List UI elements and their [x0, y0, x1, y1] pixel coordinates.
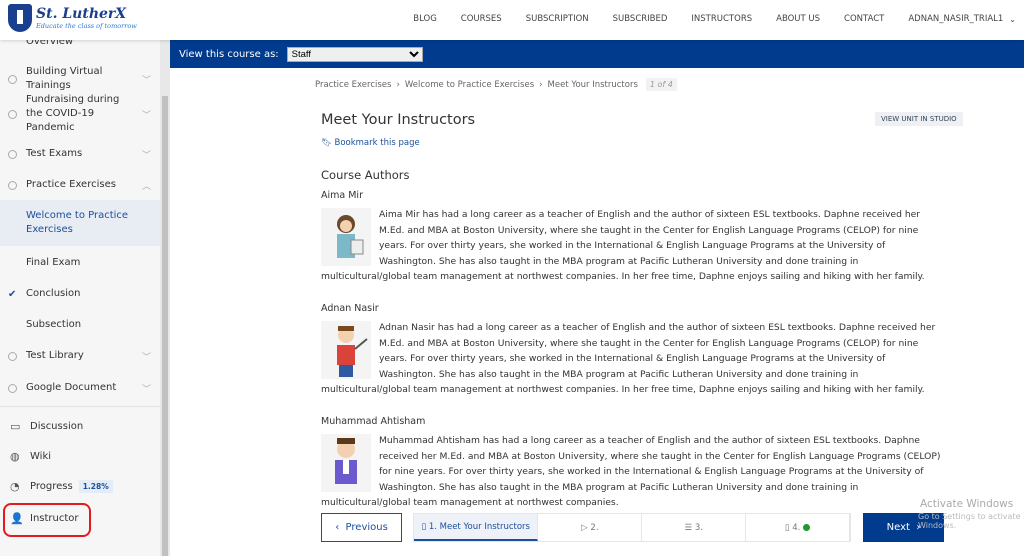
chat-bubble-icon: ▭ [10, 420, 21, 433]
sidebar-item-test-exams[interactable]: Test Exams ﹀ [0, 144, 160, 164]
author-name: Adnan Nasir [321, 303, 379, 314]
nav-instructors[interactable]: INSTRUCTORS [691, 14, 752, 24]
header: St. LutherX Educate the class of tomorrow… [0, 0, 1024, 40]
breadcrumb-item[interactable]: Welcome to Practice Exercises [405, 80, 534, 90]
shield-logo-icon [8, 4, 32, 32]
logo-tagline: Educate the class of tomorrow [36, 21, 137, 30]
globe-icon: ◍ [10, 450, 20, 463]
circle-icon [8, 109, 17, 119]
logo-title: St. LutherX [36, 5, 127, 22]
sidebar-item-fundraising[interactable]: Fundraising during the COVID-19 Pandemic… [0, 94, 160, 133]
chevron-right-icon: › [396, 79, 400, 90]
nav-contact[interactable]: CONTACT [844, 14, 884, 24]
list-icon: ☰ [684, 522, 695, 533]
sequence-tabs: ▯ 1. Meet Your Instructors ▷ 2. ☰ 3. ▯ 4… [413, 513, 851, 542]
chevron-down-icon: ﹀ [142, 150, 152, 161]
chevron-down-icon: ﹀ [142, 384, 152, 395]
author-name: Muhammad Ahtisham [321, 416, 426, 427]
view-as-select[interactable]: Staff [286, 46, 423, 62]
author-bio: Aima Mir has had a long career as a teac… [321, 209, 925, 283]
bookmark-icon: 🔖︎ [321, 138, 335, 148]
circle-icon [8, 383, 17, 393]
scrollbar-thumb[interactable] [162, 96, 168, 556]
bookmark-button[interactable]: 🔖︎ Bookmark this page [321, 138, 420, 148]
circle-icon [8, 180, 17, 190]
teacher-avatar-image [321, 434, 371, 492]
author-card: Adnan Nasir Adnan Nasir has had a long c… [321, 303, 941, 398]
divider [0, 406, 160, 407]
previous-button[interactable]: ‹ Previous [321, 513, 402, 542]
progress-link[interactable]: ◔ Progress 1.28% [10, 480, 113, 493]
user-menu[interactable]: ADNAN_NASIR_TRIAL1 [908, 14, 1003, 24]
section-heading: Course Authors [321, 168, 410, 182]
activate-windows-watermark: Activate Windows [920, 498, 1014, 510]
sidebar-item-practice-exercises[interactable]: Practice Exercises ︿ [0, 175, 160, 195]
tab-unit-2[interactable]: ▷ 2. [538, 514, 643, 541]
discussion-link[interactable]: ▭ Discussion [10, 420, 83, 433]
highlight-annotation [3, 503, 91, 537]
circle-icon [8, 74, 17, 84]
author-name: Aima Mir [321, 190, 363, 201]
tab-unit-3[interactable]: ☰ 3. [642, 514, 747, 541]
author-bio: Muhammad Ahtisham has had a long career … [321, 435, 941, 509]
chevron-left-icon: ‹ [335, 522, 346, 533]
chevron-up-icon: ︿ [142, 181, 152, 192]
tab-unit-4[interactable]: ▯ 4. [746, 514, 850, 541]
teacher-avatar-image [321, 208, 371, 266]
page-title: Meet Your Instructors [321, 112, 476, 128]
check-icon: ✔ [8, 288, 17, 300]
activate-windows-subtext: Go to Settings to activate Windows. [918, 512, 1021, 530]
breadcrumb: Practice Exercises › Welcome to Practice … [315, 78, 677, 91]
sidebar-item-test-library[interactable]: Test Library ﹀ [0, 346, 160, 366]
sidebar-item-conclusion[interactable]: ✔ Conclusion [0, 284, 160, 304]
sidebar-item-google-document[interactable]: Google Document ﹀ [0, 378, 160, 398]
nav-subscription[interactable]: SUBSCRIPTION [526, 14, 589, 24]
wiki-link[interactable]: ◍ Wiki [10, 450, 51, 463]
chevron-down-icon: ﹀ [142, 110, 152, 121]
chevron-right-icon: › [539, 79, 543, 90]
view-unit-in-studio-button[interactable]: VIEW UNIT IN STUDIO [875, 112, 963, 126]
progress-badge: 1.28% [78, 480, 113, 493]
sidebar-item-subsection[interactable]: Subsection [0, 315, 160, 335]
view-as-bar: View this course as: Staff [170, 40, 1024, 68]
page-count: 1 of 4 [645, 78, 677, 91]
author-card: Muhammad Ahtisham Muhammad Ahtisham has … [321, 416, 941, 511]
nav-blog[interactable]: BLOG [413, 14, 437, 24]
top-nav: BLOG COURSES SUBSCRIPTION SUBSCRIBED INS… [413, 0, 1024, 38]
circle-icon [8, 149, 17, 159]
course-outline-sidebar: Overview Building Virtual Trainings ﹀ Fun… [0, 36, 160, 556]
breadcrumb-current: Meet Your Instructors [547, 79, 638, 90]
logo[interactable]: St. LutherX Educate the class of tomorrow [8, 4, 137, 32]
author-card: Aima Mir Aima Mir has had a long career … [321, 190, 941, 285]
sidebar-item-building-virtual-trainings[interactable]: Building Virtual Trainings ﹀ [0, 66, 160, 91]
check-circle-icon [803, 524, 811, 531]
nav-about-us[interactable]: ABOUT US [776, 14, 820, 24]
author-bio: Adnan Nasir has had a long career as a t… [321, 322, 936, 396]
chevron-down-icon: ﹀ [142, 352, 152, 363]
nav-courses[interactable]: COURSES [461, 14, 502, 24]
teacher-avatar-image [321, 321, 371, 379]
circle-icon [8, 351, 17, 361]
chevron-down-icon[interactable]: ⌄ [1009, 15, 1016, 24]
unit-navigation: ‹ Previous ▯ 1. Meet Your Instructors ▷ … [321, 513, 944, 542]
sidebar-item-final-exam[interactable]: Final Exam [0, 253, 160, 273]
document-icon: ▯ [784, 522, 793, 533]
breadcrumb-item[interactable]: Practice Exercises [315, 80, 391, 90]
nav-subscribed[interactable]: SUBSCRIBED [613, 14, 668, 24]
chevron-down-icon: ﹀ [142, 75, 152, 86]
video-icon: ▷ [581, 522, 591, 533]
document-icon: ▯ [421, 521, 429, 532]
tab-unit-1[interactable]: ▯ 1. Meet Your Instructors [414, 514, 539, 541]
sidebar-item-welcome-practice[interactable]: Welcome to Practice Exercises [0, 200, 160, 246]
progress-clock-icon: ◔ [10, 480, 20, 493]
view-as-label: View this course as: [179, 48, 279, 60]
